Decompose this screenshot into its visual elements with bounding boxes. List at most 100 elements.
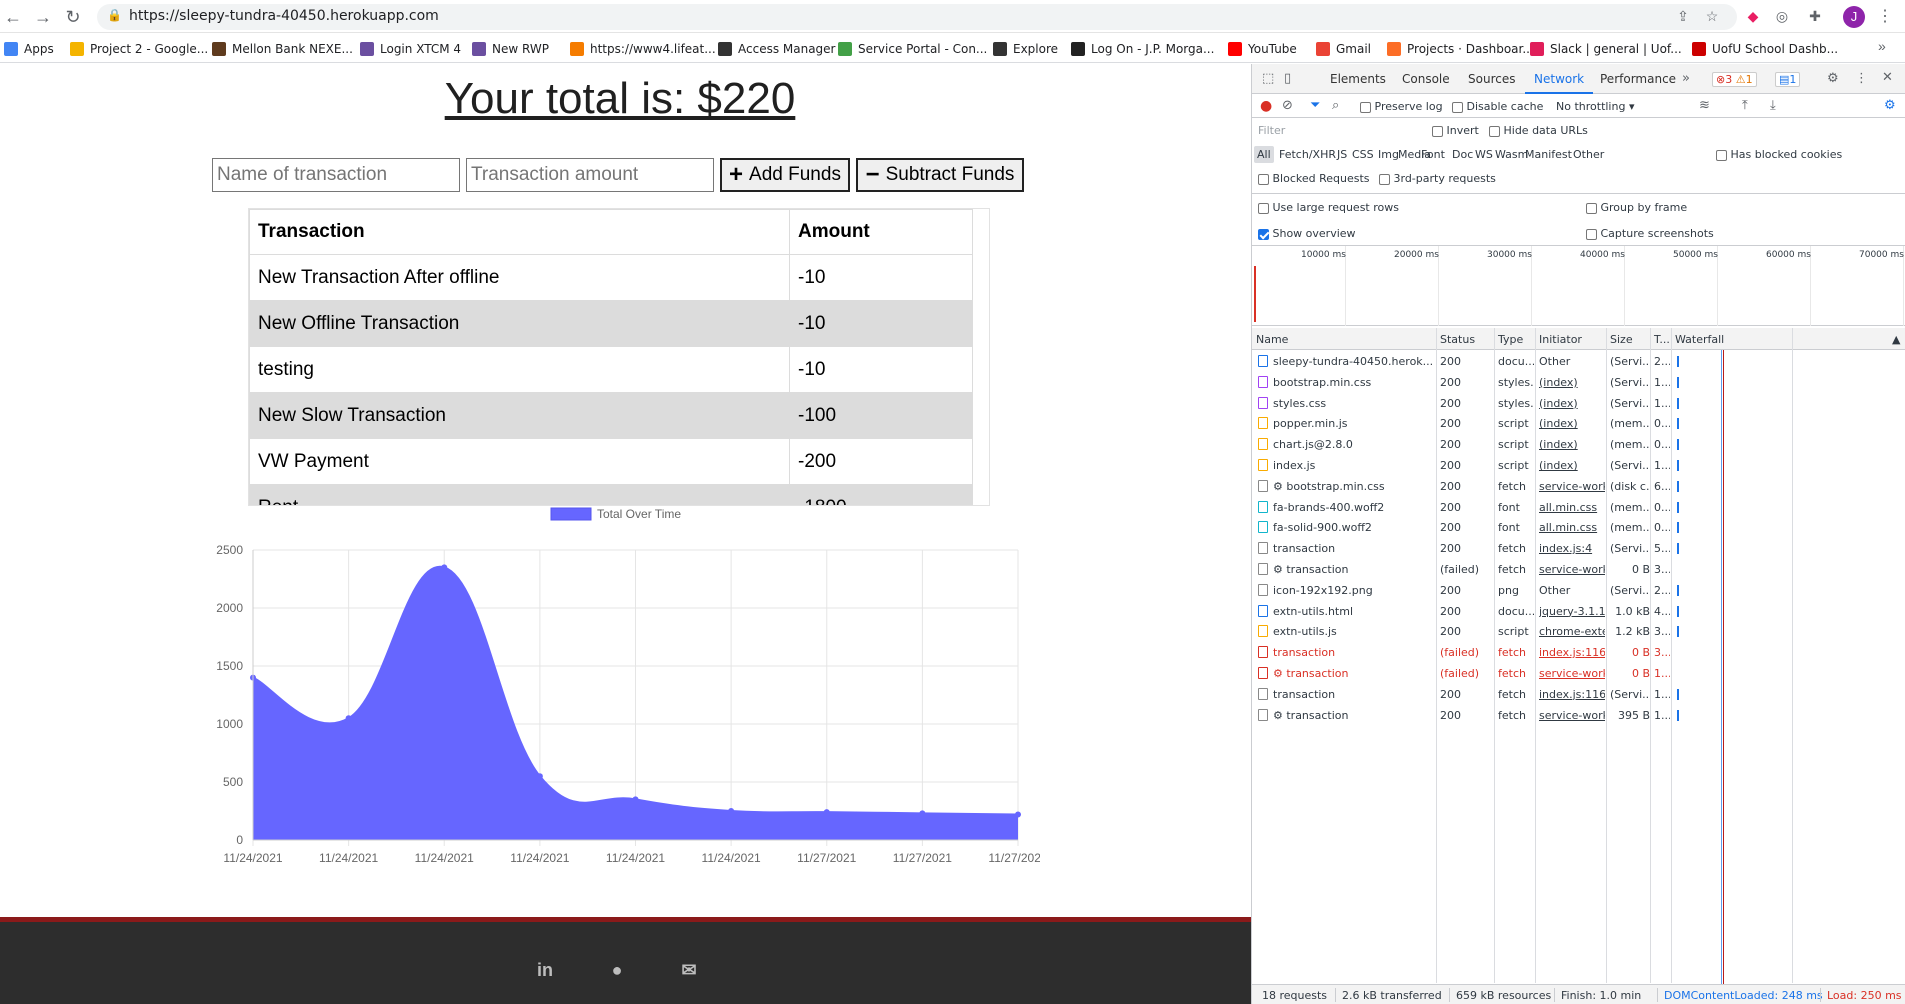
request-row[interactable]: fa-solid-900.woff2 200 font all.min.css (mem… [1252,517,1905,538]
clear-icon[interactable]: ⊘ [1282,98,1293,113]
tab-performance[interactable]: Performance [1600,72,1676,86]
email-icon[interactable]: ✉ [677,958,701,982]
filter-icon[interactable]: ⏷ [1310,98,1320,113]
add-funds-button[interactable]: + Add Funds [720,158,850,192]
column-header-name[interactable]: Name [1256,333,1288,346]
disable-cache-toggle[interactable]: Disable cache [1452,100,1543,113]
bookmark-item[interactable]: New RWP [472,40,549,57]
network-overview[interactable]: 10000 ms 20000 ms 30000 ms 40000 ms 50000 ms… [1252,246,1905,326]
request-row[interactable]: sleepy-tundra-40450.herok... 200 docu... Ot… [1252,351,1905,372]
data-point[interactable] [441,564,448,571]
bookmark-item[interactable]: Apps [4,40,54,57]
hide-data-urls-checkbox[interactable] [1489,125,1500,137]
data-point[interactable] [1015,811,1021,818]
request-initiator[interactable]: index.js:4 [1539,542,1605,555]
large-rows-toggle[interactable]: Use large request rows [1258,201,1399,214]
transaction-amount-input[interactable] [466,158,714,192]
throttling-select[interactable]: No throttling ▾ [1556,100,1634,113]
type-filter-all[interactable]: All [1254,146,1274,163]
type-filter-manifest[interactable]: Manifest [1522,146,1575,163]
blocked-requests-checkbox[interactable] [1258,173,1269,185]
extension-icon[interactable]: ◆ [1743,6,1763,26]
request-initiator[interactable]: (index) [1539,417,1605,430]
tab-network[interactable]: Network [1534,72,1584,86]
request-initiator[interactable]: (index) [1539,397,1605,410]
invert-checkbox[interactable] [1432,125,1443,137]
request-initiator[interactable]: service-work... [1539,563,1605,576]
blocked-requests-toggle[interactable]: Blocked Requests [1258,172,1370,185]
sort-arrow-icon[interactable]: ▲ [1892,333,1900,346]
tab-sources[interactable]: Sources [1468,72,1515,86]
bookmark-item[interactable]: Service Portal - Con... [838,40,987,57]
request-row[interactable]: icon-192x192.png 200 png Other (Servi... 2... [1252,580,1905,601]
settings-gear-icon[interactable]: ⚙ [1827,71,1839,86]
blocked-cookies-toggle[interactable]: Has blocked cookies [1716,148,1842,161]
filter-input[interactable]: Filter [1256,121,1416,139]
request-initiator[interactable]: (index) [1539,376,1605,389]
extension-circle-icon[interactable]: ◎ [1772,6,1792,26]
third-party-toggle[interactable]: 3rd-party requests [1379,172,1496,185]
column-header-initiator[interactable]: Initiator [1539,333,1582,346]
bookmark-item[interactable]: Login XTCM 4 [360,40,461,57]
show-overview-toggle[interactable]: Show overview [1258,227,1356,240]
bookmark-item[interactable]: Explore [993,40,1058,57]
bookmark-star-icon[interactable]: ☆ [1702,6,1722,26]
preserve-log-checkbox[interactable] [1360,101,1371,113]
reload-icon[interactable]: ↻ [62,6,84,28]
transaction-name-input[interactable] [212,158,460,192]
column-header-type[interactable]: Type [1498,333,1523,346]
disable-cache-checkbox[interactable] [1452,101,1463,113]
legend-label[interactable]: Total Over Time [597,507,681,521]
request-initiator[interactable]: jquery-3.1.1.... [1539,605,1605,618]
request-row[interactable]: index.js 200 script (index) (Servi... 1... [1252,455,1905,476]
forward-icon[interactable]: → [32,6,54,28]
request-initiator[interactable]: index.js:116 [1539,646,1605,659]
subtract-funds-button[interactable]: − Subtract Funds [856,158,1024,192]
request-row[interactable]: ⚙ transaction (failed) fetch service-work..… [1252,663,1905,684]
data-point[interactable] [919,810,926,817]
network-settings-icon[interactable]: ⚙ [1884,98,1896,113]
url-text[interactable]: https://sleepy-tundra-40450.herokuapp.co… [129,8,439,24]
request-initiator[interactable]: chrome-exte... [1539,625,1605,638]
puzzle-icon[interactable]: ✚ [1805,6,1825,26]
bookmark-item[interactable]: Slack | general | Uof... [1530,40,1682,57]
request-row[interactable]: chart.js@2.8.0 200 script (index) (mem... 0..… [1252,434,1905,455]
request-row[interactable]: transaction 200 fetch index.js:116 (Servi...… [1252,684,1905,705]
request-row[interactable]: ⚙ transaction (failed) fetch service-work..… [1252,559,1905,580]
close-devtools-icon[interactable]: ✕ [1882,70,1893,85]
data-point[interactable] [345,715,352,722]
bookmarks-more-icon[interactable]: » [1878,38,1886,54]
blocked-cookies-checkbox[interactable] [1716,149,1727,161]
request-row[interactable]: bootstrap.min.css 200 styles... (index) (Ser… [1252,372,1905,393]
request-initiator[interactable]: service-work... [1539,667,1605,680]
export-har-icon[interactable]: ⤓ [1770,98,1776,113]
request-row[interactable]: fa-brands-400.woff2 200 font all.min.css (me… [1252,497,1905,518]
column-header-size[interactable]: Size [1610,333,1633,346]
browser-menu-icon[interactable]: ⋮ [1875,6,1895,28]
preserve-log-toggle[interactable]: Preserve log [1360,100,1443,113]
invert-toggle[interactable]: Invert [1432,124,1479,137]
bookmark-item[interactable]: Projects · Dashboar... [1387,40,1534,57]
request-row[interactable]: ⚙ transaction 200 fetch service-work... 395 … [1252,705,1905,726]
request-row[interactable]: transaction 200 fetch index.js:4 (Servi... 5.… [1252,538,1905,559]
type-filter-font[interactable]: Font [1418,146,1448,163]
lock-icon[interactable]: 🔒 [107,8,122,26]
bookmark-item[interactable]: Access Manager [718,40,836,57]
request-initiator[interactable]: all.min.css [1539,501,1605,514]
request-row[interactable]: styles.css 200 styles... (index) (Servi... 1.… [1252,393,1905,414]
network-conditions-icon[interactable]: ≋ [1699,98,1710,113]
search-icon[interactable]: ⌕ [1332,98,1339,113]
column-header-status[interactable]: Status [1440,333,1475,346]
bookmark-item[interactable]: Gmail [1316,40,1371,57]
import-har-icon[interactable]: ⤒ [1742,98,1748,113]
show-overview-checkbox[interactable] [1258,228,1269,240]
data-point[interactable] [632,796,639,803]
request-row[interactable]: extn-utils.html 200 docu... jquery-3.1.1...… [1252,601,1905,622]
tab-elements[interactable]: Elements [1330,72,1386,86]
data-point[interactable] [823,809,830,816]
request-row[interactable]: ⚙ bootstrap.min.css 200 fetch service-work.… [1252,476,1905,497]
address-bar[interactable]: 🔒 https://sleepy-tundra-40450.herokuapp.… [97,4,1737,30]
request-initiator[interactable]: index.js:116 [1539,688,1605,701]
bookmark-item[interactable]: Log On - J.P. Morga... [1071,40,1214,57]
capture-screenshots-checkbox[interactable] [1586,228,1597,240]
